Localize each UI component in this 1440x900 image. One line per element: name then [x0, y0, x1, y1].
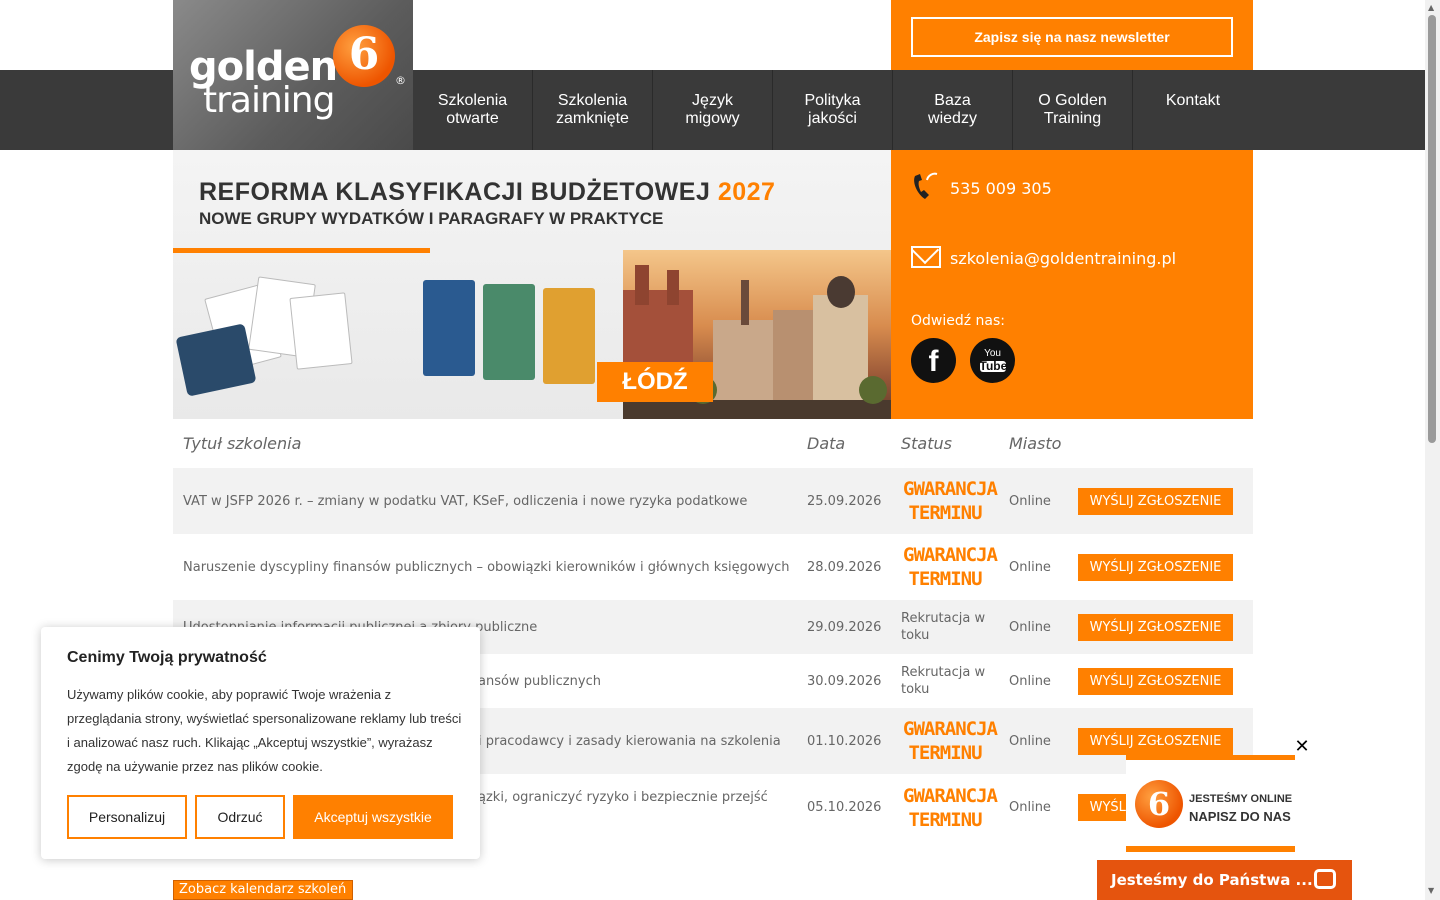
site-logo[interactable]: golden training 6 ® [173, 0, 413, 150]
cookie-personalize-button[interactable]: Personalizuj [67, 795, 187, 839]
training-calendar-button[interactable]: Zobacz kalendarz szkoleń → [173, 880, 353, 900]
training-title[interactable]: VAT w JSFP 2026 r. – zmiany w podatku VA… [173, 494, 807, 509]
training-city: Online [1009, 619, 1051, 635]
email-link[interactable]: szkolenia@goldentraining.pl [950, 249, 1176, 268]
nav-item-polityka-jakosci[interactable]: Polityka jakości [773, 70, 893, 150]
logo-wordmark: golden training [189, 47, 338, 121]
chat-write-label: NAPISZ DO NAS [1189, 809, 1291, 824]
scroll-up-icon[interactable]: ▲ [1428, 3, 1434, 12]
guarantee-badge-icon: GWARANCJA TERMINU [903, 718, 998, 764]
banner-year: 2027 [717, 178, 776, 206]
training-date: 01.10.2026 [807, 733, 882, 749]
training-status: Rekrutacja w toku [901, 665, 986, 697]
chat-online-label: JESTEŚMY ONLINE [1189, 793, 1293, 805]
phone-number[interactable]: 535 009 305 [950, 179, 1052, 198]
training-city: Online [1009, 493, 1051, 509]
guarantee-badge-icon: GWARANCJA TERMINU [903, 544, 998, 590]
nav-item-szkolenia-otwarte[interactable]: Szkolenia otwarte [413, 70, 533, 150]
city-badge: ŁÓDŹ [597, 362, 713, 402]
chat-logo-icon: 6 [1135, 780, 1183, 828]
training-date: 30.09.2026 [807, 673, 882, 689]
visit-us-label: Odwiedź nas: [911, 313, 1006, 329]
table-header: Tytuł szkolenia Data Status Miasto [173, 419, 1253, 468]
cookie-accept-all-button[interactable]: Akceptuj wszystkie [293, 795, 453, 839]
training-date: 28.09.2026 [807, 559, 882, 575]
training-status: Rekrutacja w toku [901, 611, 986, 643]
training-title[interactable]: Naruszenie dyscypliny finansów publiczny… [173, 560, 807, 575]
cookie-text: Używamy plików cookie, aby poprawić Twoj… [67, 687, 462, 774]
documents-illustration [173, 270, 633, 419]
header-date: Data [807, 434, 846, 453]
training-city: Online [1009, 673, 1051, 689]
logo-line2: training [203, 80, 335, 121]
send-application-button[interactable]: WYŚLIJ ZGŁOSZENIE [1078, 667, 1233, 695]
table-row: Naruszenie dyscypliny finansów publiczny… [173, 534, 1253, 600]
header-title: Tytuł szkolenia [183, 434, 302, 453]
nav-item-jezyk-migowy[interactable]: Język migowy [653, 70, 773, 150]
nav-item-szkolenia-zamkniete[interactable]: Szkolenia zamknięte [533, 70, 653, 150]
training-date: 25.09.2026 [807, 493, 882, 509]
calculator-icon [175, 323, 257, 397]
chat-bubble-icon[interactable] [1314, 869, 1336, 889]
logo-registered-mark: ® [395, 74, 406, 87]
banner-title: REFORMA KLASYFIKACJI BUDŻETOWEJ 2027 [199, 178, 776, 206]
banner-accent-line [173, 248, 430, 253]
training-date: 05.10.2026 [807, 800, 882, 815]
header-city: Miasto [1009, 434, 1062, 453]
table-row: VAT w JSFP 2026 r. – zmiany w podatku VA… [173, 468, 1253, 534]
cookie-consent-dialog: Cenimy Twoją prywatność Używamy plików c… [41, 627, 480, 859]
training-city: Online [1009, 733, 1051, 749]
send-application-button[interactable]: WYŚLIJ ZGŁOSZENIE [1078, 727, 1233, 755]
nav-item-kontakt[interactable]: Kontakt [1133, 70, 1253, 150]
phone-icon [914, 172, 938, 199]
guarantee-badge-icon: GWARANCJA TERMINU [903, 478, 998, 524]
contact-panel: 535 009 305 szkolenia@goldentraining.pl … [891, 150, 1253, 419]
facebook-icon[interactable]: f [911, 338, 956, 383]
main-nav: Szkolenia otwarte Szkolenia zamknięte Języ… [413, 70, 1253, 150]
hero-banner[interactable]: REFORMA KLASYFIKACJI BUDŻETOWEJ 2027 NOW… [173, 150, 891, 419]
mail-icon [911, 246, 941, 268]
newsletter-button[interactable]: Zapisz się na nasz newsletter [911, 17, 1233, 57]
training-city: Online [1009, 800, 1051, 815]
logo-badge-icon: 6 [333, 25, 395, 87]
scroll-down-icon[interactable]: ▼ [1428, 886, 1434, 895]
youtube-icon[interactable]: You Tube [970, 338, 1015, 383]
banner-subtitle: NOWE GRUPY WYDATKÓW I PARAGRAFY W PRAKTY… [199, 209, 664, 228]
nav-item-o-golden-training[interactable]: O Golden Training [1013, 70, 1133, 150]
page-scrollbar[interactable]: ▲ ▼ [1425, 0, 1440, 900]
guarantee-badge-icon: GWARANCJA TERMINU [903, 785, 998, 831]
header-status: Status [901, 434, 952, 453]
chat-invite-box[interactable]: 6 JESTEŚMY ONLINE NAPISZ DO NAS [1126, 755, 1295, 852]
cookie-reject-button[interactable]: Odrzuć [195, 795, 285, 839]
close-icon[interactable]: ✕ [1294, 738, 1310, 756]
send-application-button[interactable]: WYŚLIJ ZGŁOSZENIE [1078, 487, 1233, 515]
scrollbar-thumb[interactable] [1428, 15, 1436, 443]
training-date: 29.09.2026 [807, 619, 882, 635]
nav-item-baza-wiedzy[interactable]: Baza wiedzy [893, 70, 1013, 150]
send-application-button[interactable]: WYŚLIJ ZGŁOSZENIE [1078, 553, 1233, 581]
training-city: Online [1009, 559, 1051, 575]
cookie-title: Cenimy Twoją prywatność [67, 649, 267, 666]
send-application-button[interactable]: WYŚLIJ ZGŁOSZENIE [1078, 613, 1233, 641]
